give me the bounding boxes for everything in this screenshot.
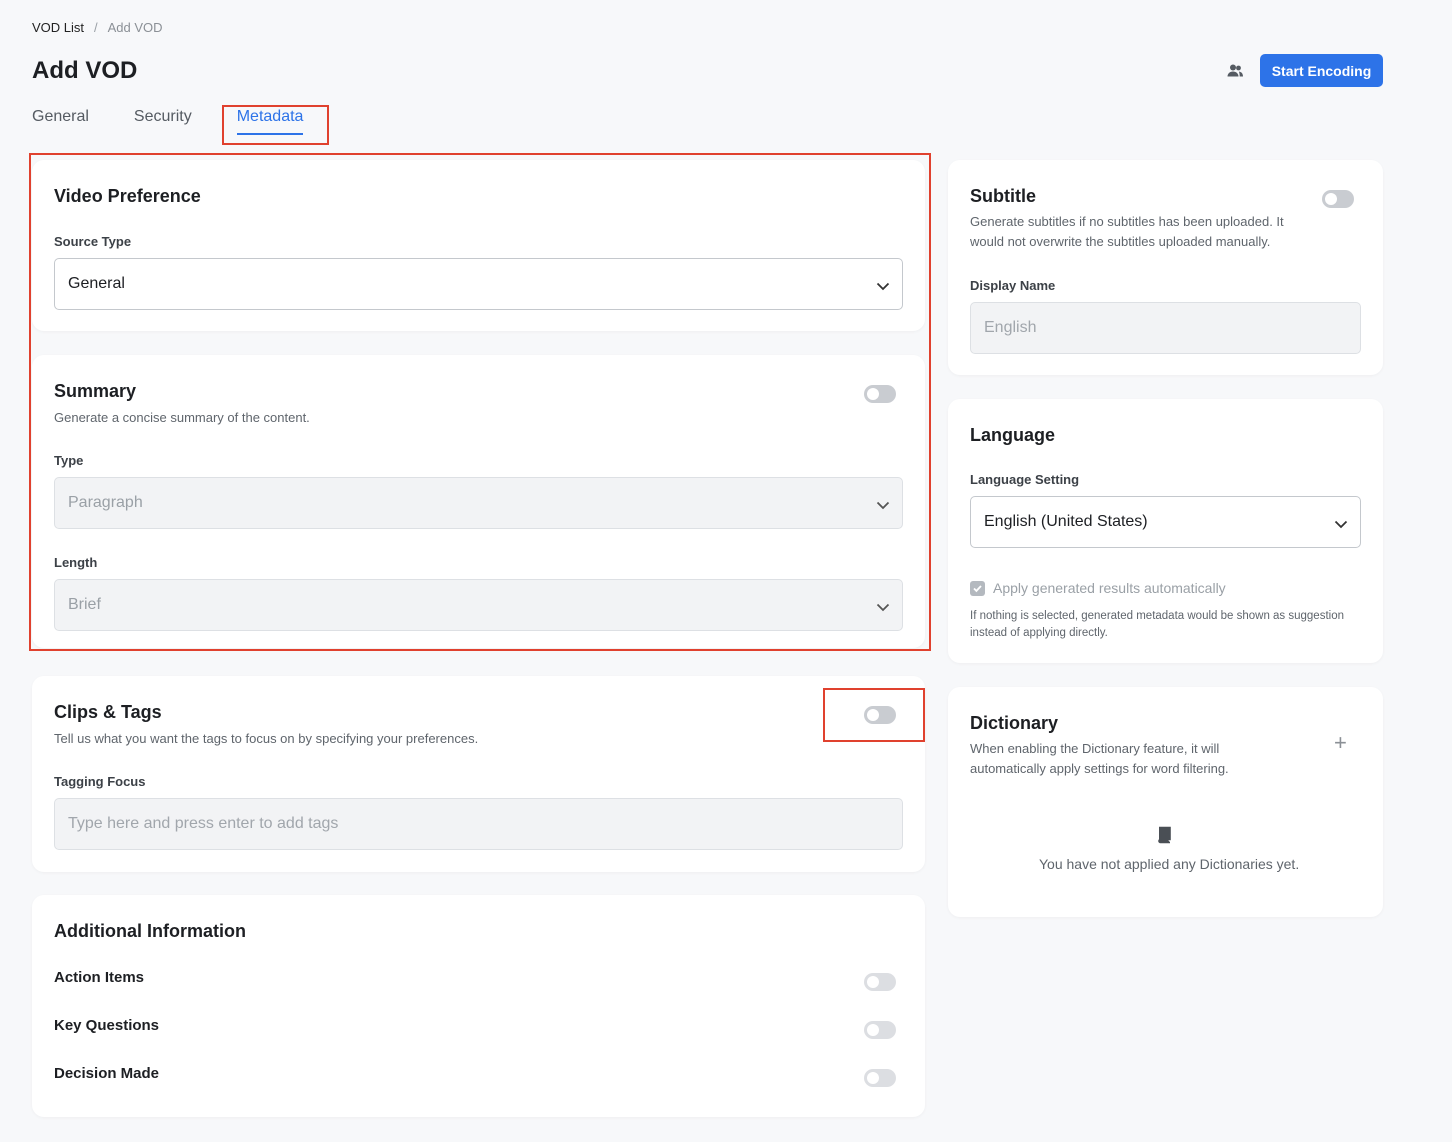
- chevron-down-icon: [876, 282, 890, 291]
- tab-security[interactable]: Security: [134, 108, 192, 132]
- clips-tags-description: Tell us what you want the tags to focus …: [54, 731, 479, 746]
- apply-auto-checkbox[interactable]: [970, 581, 985, 596]
- clips-tags-card: Clips & Tags Tell us what you want the t…: [32, 676, 925, 872]
- summary-title: Summary: [54, 381, 137, 401]
- summary-toggle[interactable]: [864, 385, 896, 403]
- summary-type-value: Paragraph: [68, 494, 143, 511]
- language-title: Language: [970, 425, 1056, 445]
- summary-length-label: Length: [54, 555, 98, 570]
- tab-general[interactable]: General: [32, 108, 89, 132]
- decision-made-label: Decision Made: [54, 1065, 160, 1082]
- clips-tags-title: Clips & Tags: [54, 702, 162, 722]
- chevron-down-icon: [876, 501, 890, 510]
- breadcrumb: VOD List / Add VOD: [32, 20, 163, 35]
- subtitle-toggle[interactable]: [1322, 190, 1354, 208]
- subtitle-title: Subtitle: [970, 186, 1036, 206]
- video-preference-card: Video Preference Source Type General: [32, 160, 925, 331]
- apply-auto-label: Apply generated results automatically: [993, 580, 1226, 596]
- tab-bar: General Security Metadata: [32, 108, 303, 135]
- source-type-value: General: [68, 275, 125, 292]
- language-note: If nothing is selected, generated metada…: [970, 610, 1344, 639]
- decision-made-toggle[interactable]: [864, 1069, 896, 1087]
- summary-card: Summary Generate a concise summary of th…: [32, 355, 925, 648]
- chevron-down-icon: [1334, 520, 1348, 529]
- dictionary-title: Dictionary: [970, 713, 1059, 733]
- breadcrumb-vod-list[interactable]: VOD List: [32, 20, 84, 35]
- action-items-label: Action Items: [54, 969, 145, 986]
- key-questions-label: Key Questions: [54, 1017, 160, 1034]
- summary-type-select[interactable]: Paragraph: [54, 477, 903, 529]
- chevron-down-icon: [876, 603, 890, 612]
- source-type-label: Source Type: [54, 234, 132, 249]
- summary-length-select[interactable]: Brief: [54, 579, 903, 631]
- tab-metadata[interactable]: Metadata: [236, 108, 303, 135]
- language-setting-label: Language Setting: [970, 472, 1080, 487]
- additional-info-card: Additional Information Action Items Key …: [32, 895, 925, 1117]
- language-card: Language Language Setting English (Unite…: [948, 399, 1383, 663]
- book-icon: [1158, 826, 1171, 844]
- subtitle-card: Subtitle Generate subtitles if no subtit…: [948, 160, 1383, 375]
- dictionary-description: When enabling the Dictionary feature, it…: [970, 741, 1229, 776]
- display-name-input[interactable]: [970, 302, 1361, 354]
- source-type-select[interactable]: General: [54, 258, 903, 310]
- summary-description: Generate a concise summary of the conten…: [54, 410, 310, 425]
- tagging-focus-label: Tagging Focus: [54, 774, 146, 789]
- users-icon[interactable]: [1225, 61, 1245, 81]
- check-icon: [973, 585, 982, 593]
- breadcrumb-current: Add VOD: [107, 20, 163, 35]
- page-title: Add VOD: [32, 57, 138, 84]
- language-setting-value: English (United States): [984, 513, 1148, 530]
- add-dictionary-plus-icon[interactable]: +: [1334, 732, 1347, 754]
- action-items-toggle[interactable]: [864, 973, 896, 991]
- additional-info-title: Additional Information: [54, 921, 246, 941]
- summary-length-value: Brief: [68, 596, 101, 613]
- tagging-focus-input[interactable]: [54, 798, 903, 850]
- clips-tags-toggle[interactable]: [864, 706, 896, 724]
- dictionary-card: Dictionary When enabling the Dictionary …: [948, 687, 1383, 917]
- start-encoding-button[interactable]: Start Encoding: [1260, 54, 1383, 87]
- dictionary-empty-text: You have not applied any Dictionaries ye…: [1039, 856, 1300, 872]
- language-setting-select[interactable]: English (United States): [970, 496, 1361, 548]
- video-preference-title: Video Preference: [54, 186, 201, 206]
- breadcrumb-separator: /: [94, 20, 98, 35]
- subtitle-description: Generate subtitles if no subtitles has b…: [970, 214, 1284, 249]
- key-questions-toggle[interactable]: [864, 1021, 896, 1039]
- summary-type-label: Type: [54, 453, 84, 468]
- display-name-label: Display Name: [970, 278, 1056, 293]
